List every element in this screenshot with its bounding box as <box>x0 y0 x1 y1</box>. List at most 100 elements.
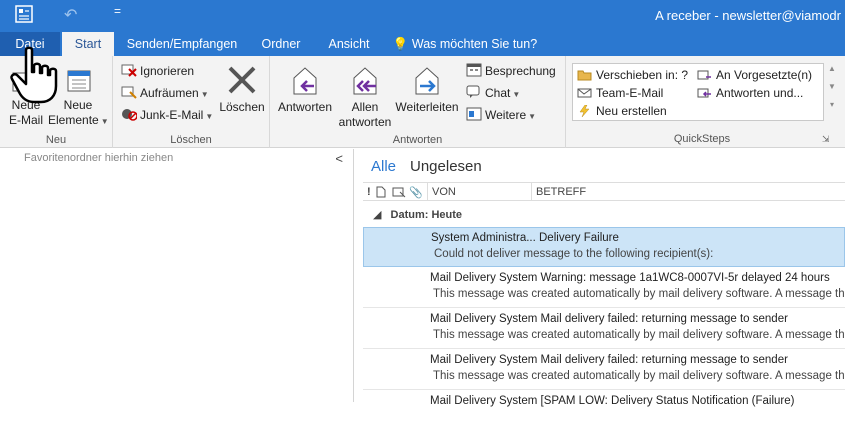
mail-preview: This message was created automatically b… <box>433 288 845 300</box>
forward-button[interactable]: Weiterleiten <box>394 64 460 115</box>
quickstep-team-email[interactable]: Team-E-Mail <box>577 85 663 101</box>
window-title: A receber - newsletter@viamodr <box>655 8 841 23</box>
title-bar: ↶ = A receber - newsletter@viamodr <box>0 0 845 32</box>
filter-unread[interactable]: Ungelesen <box>410 158 482 175</box>
reply-all-button[interactable]: Allen antworten <box>336 64 394 130</box>
hand-cursor-icon <box>10 46 58 104</box>
forward-icon <box>415 67 439 95</box>
tab-ordner[interactable]: Ordner <box>254 32 308 56</box>
team-email-icon <box>577 88 592 98</box>
calendar-icon <box>466 63 482 77</box>
column-divider <box>531 183 532 200</box>
ignore-icon <box>121 64 137 77</box>
quick-access-customize-icon[interactable]: = <box>114 4 121 18</box>
mail-item[interactable]: Mail Delivery System [SPAM LOW: Delivery… <box>363 391 845 431</box>
reply-all-icon <box>353 67 377 95</box>
new-items-label-line2: Elemente ▼ <box>48 113 109 129</box>
reply-label: Antworten <box>277 100 333 114</box>
mail-preview: This message was created automatically b… <box>433 370 845 382</box>
chat-icon <box>466 85 480 98</box>
mail-item[interactable]: Mail Delivery System Mail delivery faile… <box>363 350 845 390</box>
lightning-icon <box>579 105 590 117</box>
tab-ansicht[interactable]: Ansicht <box>320 32 378 56</box>
dialog-launcher-icon[interactable]: ⇲ <box>822 134 830 145</box>
cleanup-button[interactable]: Aufräumen ▼ <box>121 84 209 102</box>
chevron-down-icon: ▼ <box>512 90 521 99</box>
chevron-down-icon: ▼ <box>100 117 109 126</box>
outlook-app-icon[interactable] <box>14 4 34 24</box>
tab-start[interactable]: Start <box>62 32 114 56</box>
tab-senden-empfangen[interactable]: Senden/Empfangen <box>122 32 242 56</box>
group-label-loeschen: Löschen <box>170 134 212 146</box>
more-button[interactable]: Weitere ▼ <box>466 106 536 124</box>
flag-column-icon[interactable] <box>392 186 406 198</box>
quickstep-create-new[interactable]: Neu erstellen <box>577 103 667 119</box>
new-items-icon <box>67 70 91 92</box>
chat-label: Chat <box>485 86 511 100</box>
quickstep-label: Team-E-Mail <box>596 86 664 100</box>
quickstep-label: Neu erstellen <box>596 104 667 118</box>
mail-preview: Could not deliver message to the followi… <box>434 248 714 260</box>
reply-icon <box>293 67 317 95</box>
more-label: Weitere <box>485 108 527 122</box>
reply-all-label-line2: antworten <box>338 115 392 129</box>
reply-button[interactable]: Antworten <box>276 64 334 115</box>
lightbulb-icon: 💡 <box>392 37 409 51</box>
collapse-pane-icon[interactable]: < <box>335 151 343 166</box>
column-divider <box>427 183 428 200</box>
ribbon: Neue E-Mail Neue Elemente ▼ Neu Ignoriere… <box>0 56 845 148</box>
chevron-down-icon: ▼ <box>528 112 537 121</box>
group-header-today[interactable]: ◢ Datum: Heute <box>373 208 462 221</box>
cleanup-label: Aufräumen <box>140 86 199 100</box>
column-from[interactable]: VON <box>432 186 456 198</box>
quicksteps-scrollbar[interactable]: ▲ ▼ ▾ <box>825 64 839 122</box>
filter-all[interactable]: Alle <box>371 158 396 175</box>
group-header-label: Datum: Heute <box>390 209 463 221</box>
quickstep-reply-delete[interactable]: Antworten und... <box>697 85 803 101</box>
mail-sender-subject: Mail Delivery System [SPAM LOW: Delivery… <box>430 395 795 407</box>
quickstep-to-manager[interactable]: An Vorgesetzte(n) <box>697 67 812 83</box>
junk-email-button[interactable]: Junk-E-Mail ▼ <box>121 106 213 124</box>
quickstep-label: Verschieben in: ? <box>596 68 689 82</box>
tell-me-label: Was möchten Sie tun? <box>411 37 538 51</box>
mail-sender-subject: System Administra... Delivery Failure <box>431 232 619 244</box>
new-email-label-line2: E-Mail <box>8 113 43 127</box>
folder-icon <box>577 70 592 81</box>
chat-button[interactable]: Chat ▼ <box>466 84 520 102</box>
reply-delete-icon <box>697 88 711 98</box>
group-label-quicksteps: QuickSteps <box>673 133 731 145</box>
tell-me-search[interactable]: 💡 Was möchten Sie tun? <box>392 32 538 56</box>
mail-preview: This message was created automatically b… <box>433 329 845 341</box>
mail-item[interactable]: System Administra... Delivery Failure Co… <box>363 227 845 267</box>
column-header: ! 📎 VON BETREFF <box>363 182 845 201</box>
column-subject[interactable]: BETREFF <box>536 186 586 198</box>
junk-icon <box>122 109 137 121</box>
quickstep-label: Antworten und... <box>716 86 804 100</box>
forward-label: Weiterleiten <box>395 100 459 114</box>
mail-item[interactable]: Mail Delivery System Mail delivery faile… <box>363 309 845 349</box>
importance-column-icon[interactable]: ! <box>367 186 371 198</box>
meeting-label: Besprechung <box>485 64 556 78</box>
folder-pane: Favoritenordner hierhin ziehen < <box>0 149 354 402</box>
chevron-down-icon: ▼ <box>200 90 209 99</box>
junk-label: Junk-E-Mail <box>140 108 204 122</box>
document-column-icon[interactable] <box>376 186 386 198</box>
meeting-button[interactable]: Besprechung <box>466 62 556 80</box>
quicksteps-gallery: Verschieben in: ? An Vorgesetzte(n) Team… <box>572 63 836 121</box>
group-antworten: Antworten Allen antworten Weiterleiten B… <box>270 56 566 148</box>
ignore-button[interactable]: Ignorieren <box>121 62 194 80</box>
undo-icon[interactable]: ↶ <box>64 5 77 25</box>
new-items-label-text: Elemente <box>48 113 99 127</box>
group-label-neu: Neu <box>45 134 67 146</box>
delete-button[interactable]: Löschen <box>217 64 267 115</box>
quickstep-move-to[interactable]: Verschieben in: ? <box>577 67 688 83</box>
collapse-triangle-icon: ◢ <box>373 209 382 221</box>
mail-item[interactable]: Mail Delivery System Warning: message 1a… <box>363 268 845 308</box>
mail-sender-subject: Mail Delivery System Mail delivery faile… <box>430 313 788 325</box>
ribbon-tabs: Datei Start Senden/Empfangen Ordner Ansi… <box>0 32 845 56</box>
attachment-column-icon[interactable]: 📎 <box>409 186 423 199</box>
mail-sender-subject: Mail Delivery System Mail delivery faile… <box>430 354 788 366</box>
group-label-antworten: Antworten <box>392 134 443 146</box>
chevron-down-icon: ▼ <box>205 112 214 121</box>
message-list: Alle Ungelesen ! 📎 VON BETREFF ◢ Datum: … <box>363 149 845 407</box>
